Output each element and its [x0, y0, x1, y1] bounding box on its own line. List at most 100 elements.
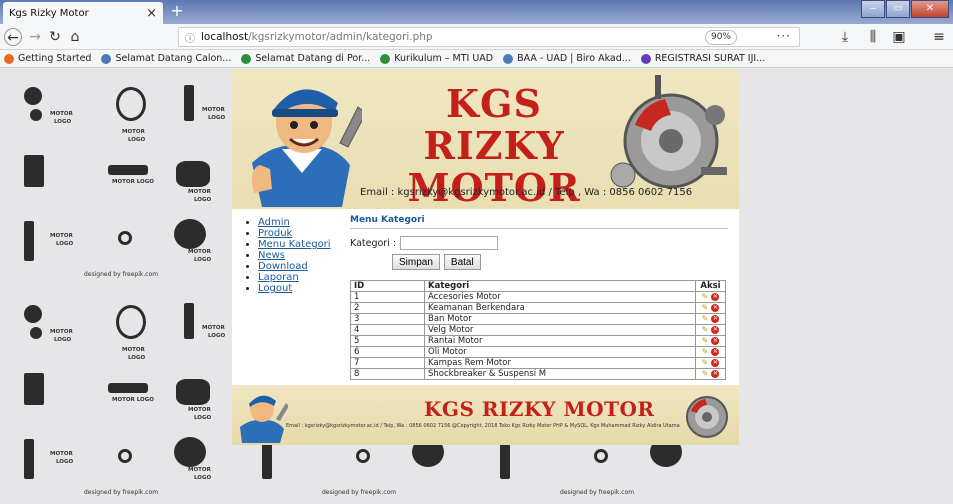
bookmark-label: BAA - UAD | Biro Akad... — [517, 53, 631, 64]
sidebar-link[interactable]: Download — [258, 261, 308, 272]
main-content: Menu Kategori Kategori : Simpan Batal ID… — [350, 215, 728, 380]
minimize-icon[interactable]: ‒ — [861, 0, 885, 18]
info-icon[interactable]: ⓘ — [185, 30, 195, 45]
delete-icon[interactable]: ✕ — [711, 325, 720, 334]
motor-logo-label: MOTOR — [50, 329, 73, 335]
motor-logo-icon — [116, 87, 146, 121]
bookmark-icon — [101, 53, 112, 64]
home-icon[interactable]: ⌂ — [66, 28, 84, 46]
motor-parts-image — [610, 75, 727, 189]
page-actions-icon[interactable]: ··· — [777, 29, 791, 43]
edit-icon[interactable]: ✎ — [702, 347, 709, 357]
table-row: 8 Shockbreaker & Suspensi M ✎ ✕ — [350, 368, 726, 380]
motor-logo-label: LOGO — [208, 115, 226, 121]
motor-logo-icon — [24, 87, 42, 105]
motor-logo-label: LOGO — [194, 197, 212, 203]
edit-icon[interactable]: ✎ — [702, 358, 709, 368]
site-footer: KGS RIZKY MOTOR Email : kgsrizky@kgsrizk… — [232, 385, 739, 445]
sidebar-link[interactable]: Menu Kategori — [258, 239, 331, 250]
column-header-aksi: Aksi — [695, 280, 726, 292]
tab-title: Kgs Rizky Motor — [9, 7, 89, 19]
bookmark-label: Selamat Datang di Por... — [255, 53, 371, 64]
url-bar[interactable]: ⓘ localhost/kgsrizkymotor/admin/kategori… — [178, 27, 800, 47]
bookmark-item[interactable]: Selamat Datang di Por... — [241, 53, 370, 64]
category-input[interactable] — [400, 236, 499, 250]
back-icon[interactable]: ← — [4, 28, 22, 46]
cell-aksi: ✎ ✕ — [695, 335, 726, 347]
save-button[interactable]: Simpan — [392, 254, 440, 270]
forward-icon[interactable]: → — [26, 28, 44, 46]
cancel-button[interactable]: Batal — [443, 254, 481, 270]
motor-logo-label: LOGO — [194, 415, 212, 421]
reload-icon[interactable]: ↻ — [46, 28, 64, 46]
motor-logo-label: MOTOR LOGO — [112, 397, 154, 403]
url-host: localhost — [201, 31, 249, 43]
motor-logo-label: LOGO — [128, 355, 146, 361]
edit-icon[interactable]: ✎ — [702, 336, 709, 346]
site-header: KGS RIZKY MOTOR Email : kgsrizky@kgsrizk… — [232, 69, 739, 209]
motor-logo-icon — [174, 219, 206, 249]
sidebar-menu: AdminProdukMenu KategoriNewsDownloadLapo… — [246, 217, 346, 294]
edit-icon[interactable]: ✎ — [702, 292, 709, 302]
motor-logo-label: MOTOR LOGO — [112, 179, 154, 185]
motor-logo-label: LOGO — [54, 119, 72, 125]
maximize-icon[interactable]: ▭ — [886, 0, 910, 18]
edit-icon[interactable]: ✎ — [702, 369, 709, 379]
edit-icon[interactable]: ✎ — [702, 314, 709, 324]
zoom-indicator[interactable]: 90% — [704, 30, 737, 45]
category-table: ID Kategori Aksi 1 Accesories Motor ✎ ✕ 2 Kea… — [350, 280, 726, 380]
new-tab-icon[interactable]: + — [168, 2, 186, 20]
delete-icon[interactable]: ✕ — [711, 292, 720, 301]
motor-logo-icon — [176, 379, 210, 405]
motor-logo-label: MOTOR — [202, 325, 225, 331]
delete-icon[interactable]: ✕ — [711, 347, 720, 356]
motor-logo-icon — [500, 439, 510, 479]
cell-aksi: ✎ ✕ — [695, 346, 726, 358]
sidebar-link[interactable]: News — [258, 250, 285, 261]
window-close-icon[interactable]: ✕ — [911, 0, 949, 18]
motor-logo-icon — [176, 161, 210, 187]
sidebar-link[interactable]: Admin — [258, 217, 290, 228]
cell-kategori: Shockbreaker & Suspensi M — [424, 368, 696, 380]
sidebar-link[interactable]: Laporan — [258, 272, 299, 283]
delete-icon[interactable]: ✕ — [711, 336, 720, 345]
bookmark-label: Getting Started — [18, 53, 92, 64]
sidebar-item-download: Download — [258, 261, 346, 272]
bookmark-item[interactable]: Kurikulum – MTI UAD — [380, 53, 493, 64]
motor-logo-icon — [24, 155, 44, 187]
bookmark-item[interactable]: Selamat Datang Calon... — [101, 53, 231, 64]
sidebar-item-produk: Produk — [258, 228, 346, 239]
table-header-row: ID Kategori Aksi — [350, 280, 726, 292]
bookmark-item[interactable]: BAA - UAD | Biro Akad... — [503, 53, 631, 64]
edit-icon[interactable]: ✎ — [702, 303, 709, 313]
delete-icon[interactable]: ✕ — [711, 369, 720, 378]
delete-icon[interactable]: ✕ — [711, 303, 720, 312]
motor-logo-label: LOGO — [56, 241, 74, 247]
cell-kategori: Oli Motor — [424, 346, 696, 358]
sidebar-icon[interactable]: ▣ — [890, 28, 908, 46]
footer-mascot-image — [240, 395, 288, 443]
sidebar-list: AdminProdukMenu KategoriNewsDownloadLapo… — [246, 217, 346, 294]
cell-id: 6 — [350, 346, 425, 358]
bookmark-icon — [380, 53, 391, 64]
table-row: 6 Oli Motor ✎ ✕ — [350, 346, 726, 358]
motor-logo-icon — [118, 449, 132, 463]
tab-close-icon[interactable]: × — [146, 6, 157, 21]
bookmark-item[interactable]: Getting Started — [4, 53, 91, 64]
freepik-credit: designed by freepik.com — [84, 271, 159, 278]
delete-icon[interactable]: ✕ — [711, 358, 720, 367]
download-icon[interactable]: ⤓ — [836, 28, 854, 46]
sidebar-link[interactable]: Produk — [258, 228, 292, 239]
cell-kategori: Keamanan Berkendara — [424, 302, 696, 314]
cell-aksi: ✎ ✕ — [695, 324, 726, 336]
bookmark-item[interactable]: REGISTRASI SURAT IJI... — [640, 53, 765, 64]
browser-tab[interactable]: Kgs Rizky Motor × — [3, 2, 163, 24]
delete-icon[interactable]: ✕ — [711, 314, 720, 323]
site-container: KGS RIZKY MOTOR Email : kgsrizky@kgsrizk… — [232, 69, 739, 445]
edit-icon[interactable]: ✎ — [702, 325, 709, 335]
motor-logo-icon — [184, 85, 194, 121]
cell-aksi: ✎ ✕ — [695, 357, 726, 369]
sidebar-link[interactable]: Logout — [258, 283, 292, 294]
library-icon[interactable]: ⫼ — [864, 28, 882, 46]
menu-icon[interactable]: ≡ — [930, 28, 948, 46]
